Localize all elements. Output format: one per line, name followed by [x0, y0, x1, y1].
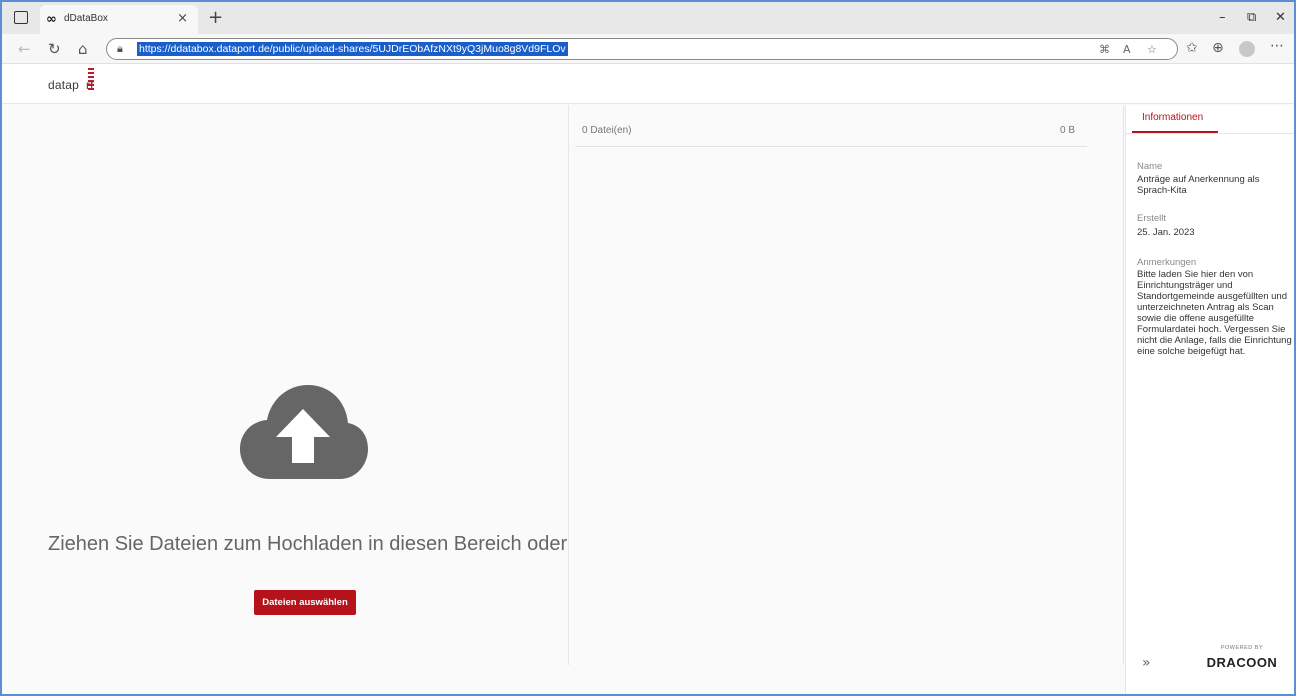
address-bar: ← ↻ ⌂ 🔒︎ https://ddatabox.dataport.de/pu… [2, 34, 1294, 64]
back-icon[interactable]: ← [18, 40, 31, 58]
dracoon-logo: DRACOON [1206, 655, 1278, 670]
tab-actions-icon[interactable] [14, 11, 28, 24]
tab-divider [1126, 133, 1294, 134]
close-window-icon[interactable]: ✕ [1275, 10, 1286, 25]
infinity-icon: ∞ [46, 12, 57, 27]
close-tab-icon[interactable]: × [177, 11, 188, 26]
new-tab-icon[interactable]: + [208, 7, 223, 28]
url-input[interactable]: 🔒︎ https://ddatabox.dataport.de/public/u… [106, 38, 1178, 60]
tab-informationen[interactable]: Informationen [1142, 112, 1203, 123]
profile-avatar[interactable] [1239, 41, 1255, 57]
notes-value: Bitte laden Sie hier den von Einrichtung… [1137, 269, 1292, 357]
app-available-icon[interactable]: ⌘ [1099, 43, 1110, 56]
app-header: dataprt [2, 64, 1294, 104]
file-count: 0 Datei(en) [582, 125, 632, 136]
created-value: 25. Jan. 2023 [1137, 227, 1195, 238]
created-label: Erstellt [1137, 213, 1167, 224]
favorite-star-icon[interactable]: ☆ [1147, 43, 1157, 56]
more-menu-icon[interactable]: ⋯ [1270, 38, 1284, 54]
upload-dropzone[interactable]: Ziehen Sie Dateien zum Hochladen in dies… [2, 105, 567, 694]
select-files-button[interactable]: Dateien auswählen [254, 590, 356, 615]
restore-icon[interactable]: ⧉ [1247, 10, 1256, 25]
lock-icon[interactable]: 🔒︎ [117, 42, 123, 56]
favorites-icon[interactable]: ✩ [1186, 40, 1198, 56]
tab-title: dDataBox [64, 13, 108, 24]
dataport-logo-mark [88, 68, 94, 92]
refresh-icon[interactable]: ↻ [48, 40, 61, 58]
file-total-size: 0 B [1059, 125, 1075, 136]
url-text[interactable]: https://ddatabox.dataport.de/public/uplo… [137, 42, 568, 56]
cloud-upload-icon [240, 385, 368, 479]
active-tab-underline [1132, 131, 1218, 133]
dropzone-instruction: Ziehen Sie Dateien zum Hochladen in dies… [48, 533, 568, 555]
collapse-panel-icon[interactable]: » [1142, 655, 1151, 671]
file-list-divider [575, 146, 1087, 147]
tab-bar: ∞ dDataBox × + – ⧉ ✕ [2, 2, 1294, 34]
file-list: 0 Datei(en) 0 B [568, 105, 1124, 665]
collections-icon[interactable]: ⊕ [1212, 40, 1224, 56]
dataport-logo[interactable]: dataprt [48, 78, 94, 92]
info-panel: Informationen Name Anträge auf Anerkennu… [1125, 105, 1294, 694]
browser-tab[interactable]: ∞ dDataBox × [40, 5, 198, 34]
notes-label: Anmerkungen [1137, 257, 1197, 268]
browser-window: ∞ dDataBox × + – ⧉ ✕ ← ↻ ⌂ 🔒︎ https://dd… [0, 0, 1296, 696]
name-value: Anträge auf Anerkennung als Sprach-Kita [1137, 174, 1260, 196]
read-aloud-icon[interactable]: A [1123, 43, 1131, 56]
minimize-icon[interactable]: – [1219, 10, 1226, 25]
name-label: Name [1137, 161, 1163, 172]
home-icon[interactable]: ⌂ [78, 40, 88, 58]
powered-by-label: POWERED BY [1220, 645, 1264, 651]
